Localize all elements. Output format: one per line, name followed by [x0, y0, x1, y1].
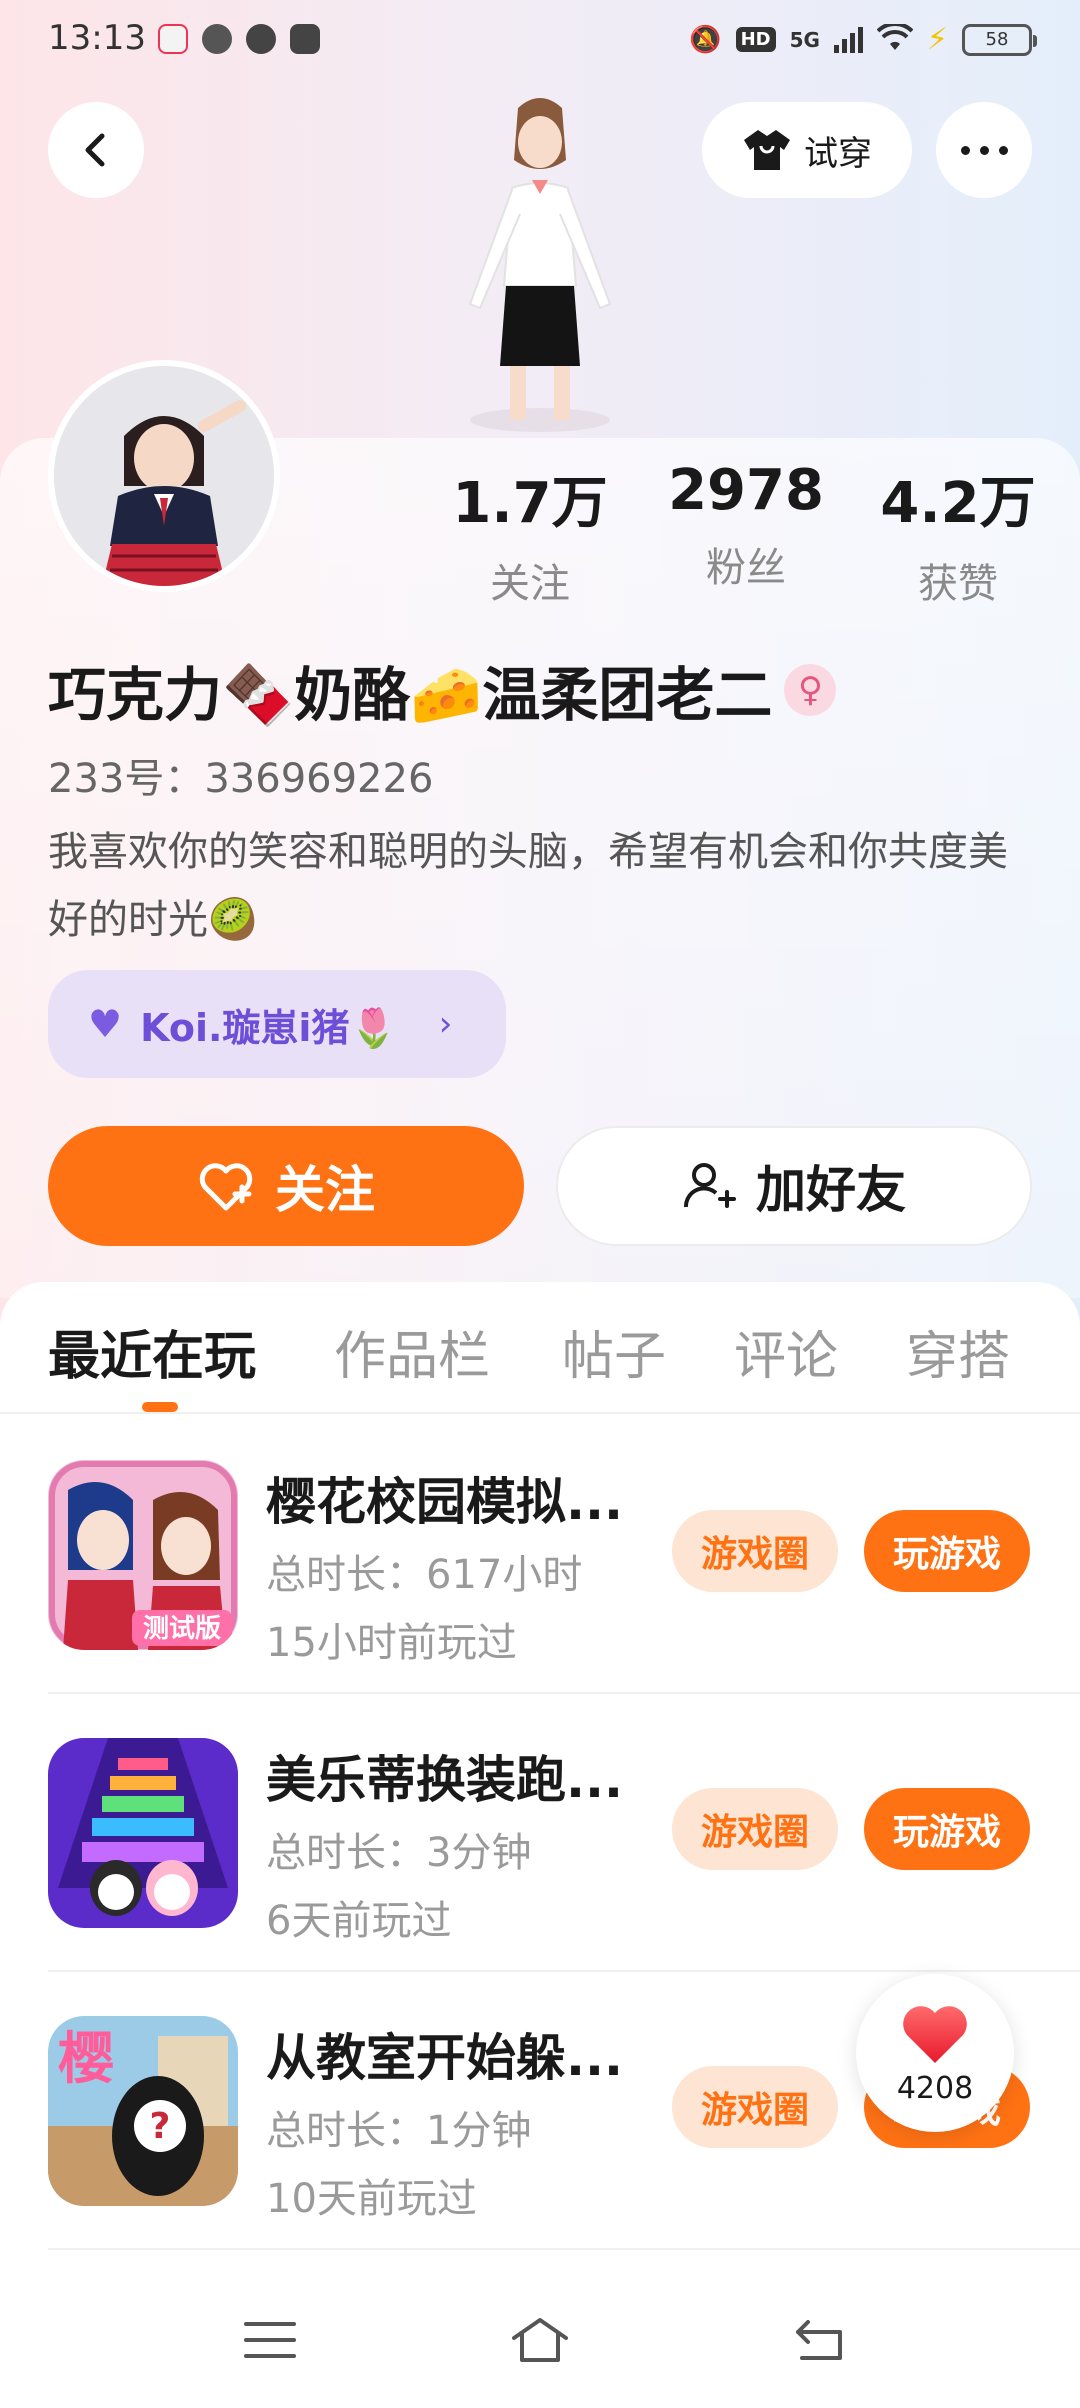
nickname-text: 巧克力🍫奶酪🧀温柔团老二 — [48, 661, 773, 729]
game-circle-button[interactable]: 游戏圈 — [672, 1788, 838, 1870]
home-icon — [512, 2318, 568, 2362]
menu-icon — [244, 2322, 296, 2358]
more-dot-icon — [979, 145, 989, 155]
add-friend-button[interactable]: 加好友 — [556, 1126, 1032, 1246]
floating-like-button[interactable]: 4208 — [856, 1974, 1014, 2132]
tab-works[interactable]: 作品栏 — [334, 1314, 490, 1389]
video-app-icon — [290, 24, 320, 54]
mute-icon: 🔕 — [689, 24, 722, 55]
status-time: 13:13 — [48, 18, 146, 58]
more-options-button[interactable] — [936, 102, 1032, 198]
game-last-played: 10天前玩过 — [266, 2176, 477, 2222]
game-icon-badge: 测试版 — [143, 1614, 221, 1644]
add-user-icon — [683, 1163, 736, 1208]
game-duration: 总时长：617小时 — [266, 1552, 583, 1598]
tab-indicator — [142, 1402, 178, 1412]
profile-tabs: 最近在玩 作品栏 帖子 评论 穿搭 — [0, 1282, 1080, 1414]
menu-nav-button[interactable] — [240, 2310, 300, 2370]
stat-value: 4.2万 — [880, 471, 1036, 536]
chevron-right-icon: › — [438, 1004, 453, 1044]
like-count: 4208 — [896, 2070, 974, 2106]
more-dot-icon — [998, 145, 1008, 155]
avatar[interactable] — [48, 360, 280, 592]
relation-name: Koi.璇崽i猪🌷 — [140, 1005, 397, 1050]
stat-label: 获赞 — [918, 561, 998, 607]
bio: 我喜欢你的笑容和聪明的头脑，希望有机会和你共度美好的时光🥝 — [48, 829, 1008, 943]
tab-outfits[interactable]: 穿搭 — [906, 1314, 1010, 1389]
follow-label: 关注 — [275, 1161, 375, 1219]
status-bar: 13:13 🔕 HD 5G ⚡ 58 — [0, 0, 1080, 80]
system-nav-bar — [0, 2268, 1080, 2408]
heart-icon: ♥ — [88, 1002, 123, 1046]
chevron-left-icon — [85, 133, 105, 167]
notification-icons — [158, 24, 320, 54]
back-icon — [796, 2320, 842, 2360]
battery-icon: 58 — [962, 23, 1037, 56]
likes-stat[interactable]: 4.2万 获赞 — [858, 458, 1058, 609]
wechat-app-icon — [202, 24, 232, 54]
signal-icon — [833, 26, 863, 53]
hd-icon: HD — [735, 27, 776, 52]
relation-tag[interactable]: ♥ Koi.璇崽i猪🌷 › — [48, 970, 506, 1078]
game-icon: 樱 ? — [48, 2016, 238, 2206]
content-section: 最近在玩 作品栏 帖子 评论 穿搭 测试版 樱花校园模拟... 总时长：617小… — [0, 1282, 1080, 2408]
svg-text:?: ? — [150, 2106, 171, 2147]
stat-label: 粉丝 — [706, 545, 786, 591]
tab-recently-played[interactable]: 最近在玩 — [48, 1314, 256, 1389]
game-circle-button[interactable]: 游戏圈 — [672, 1510, 838, 1592]
profile-stats: 1.7万 关注 2978 粉丝 4.2万 获赞 — [440, 458, 1060, 607]
try-on-button[interactable]: 试穿 — [702, 102, 912, 198]
play-game-button[interactable]: 玩游戏 — [864, 1510, 1030, 1592]
game-duration: 总时长：1分钟 — [266, 2108, 532, 2154]
female-icon: ♀ — [784, 664, 837, 716]
home-nav-button[interactable] — [510, 2310, 570, 2370]
nickname: 巧克力🍫奶酪🧀温柔团老二 ♀ — [48, 648, 837, 732]
game-duration: 总时长：3分钟 — [266, 1830, 532, 1876]
user-id: 233号：336969226 — [48, 756, 434, 802]
tab-comments[interactable]: 评论 — [734, 1314, 838, 1389]
game-title: 美乐蒂换装跑... — [266, 1751, 623, 1809]
try-on-label: 试穿 — [804, 133, 872, 174]
followers-stat[interactable]: 2978 粉丝 — [646, 458, 846, 593]
game-icon: 测试版 — [48, 1460, 238, 1650]
tab-posts[interactable]: 帖子 — [562, 1314, 666, 1389]
game-title: 樱花校园模拟... — [266, 1473, 623, 1531]
wifi-icon — [876, 21, 914, 56]
heart-plus-icon — [199, 1163, 253, 1211]
play-game-button[interactable]: 玩游戏 — [864, 1788, 1030, 1870]
stat-label: 关注 — [490, 561, 570, 607]
back-nav-button[interactable] — [790, 2310, 850, 2370]
game-icon — [48, 1738, 238, 1928]
app-icon — [246, 24, 276, 54]
more-dot-icon — [960, 145, 970, 155]
profile-page: 13:13 🔕 HD 5G ⚡ 58 试穿 1.7万 关注 2978 粉丝 4.… — [0, 0, 1080, 2408]
game-last-played: 15小时前玩过 — [266, 1620, 517, 1666]
game-last-played: 6天前玩过 — [266, 1898, 452, 1944]
hero-avatar-figure — [400, 90, 680, 440]
stat-value: 1.7万 — [452, 471, 608, 536]
map-app-icon — [158, 24, 188, 54]
following-stat[interactable]: 1.7万 关注 — [430, 458, 630, 609]
shirt-icon — [744, 130, 790, 170]
game-row[interactable]: 美乐蒂换装跑... 总时长：3分钟 6天前玩过 游戏圈 玩游戏 — [48, 1694, 1080, 1972]
game-icon-badge: 樱 — [58, 2027, 114, 2092]
network-type: 5G — [789, 27, 820, 52]
status-indicators: 🔕 HD 5G ⚡ 58 — [689, 21, 1037, 57]
back-button[interactable] — [48, 102, 144, 198]
heart-icon — [903, 2005, 967, 2063]
stat-value: 2978 — [668, 458, 824, 523]
game-circle-button[interactable]: 游戏圈 — [672, 2066, 838, 2148]
add-friend-label: 加好友 — [756, 1161, 906, 1219]
charging-icon: ⚡ — [926, 22, 948, 57]
game-title: 从教室开始躲... — [266, 2029, 623, 2087]
game-row[interactable]: 测试版 樱花校园模拟... 总时长：617小时 15小时前玩过 游戏圈 玩游戏 — [48, 1416, 1080, 1694]
follow-button[interactable]: 关注 — [48, 1126, 524, 1246]
